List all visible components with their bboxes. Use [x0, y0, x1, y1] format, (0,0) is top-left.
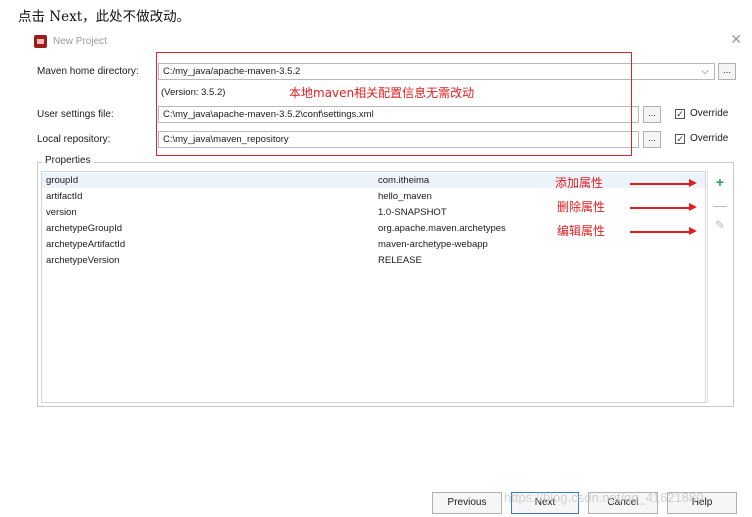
add-arrow	[630, 180, 697, 186]
highlight-box	[156, 52, 632, 156]
edit-property-annotation: 编辑属性	[557, 224, 606, 238]
add-icon[interactable]: +	[713, 174, 727, 190]
property-key: archetypeArtifactId	[46, 239, 126, 250]
table-row[interactable]: archetypeArtifactId maven-archetype-weba…	[42, 237, 705, 252]
properties-title: Properties	[42, 155, 94, 166]
chevron-down-icon[interactable]: ⌵	[695, 63, 715, 80]
property-value: org.apache.maven.archetypes	[378, 223, 506, 234]
property-value: hello_maven	[378, 191, 432, 202]
watermark: https://blog.csdn.net/qq_41621880	[504, 490, 704, 505]
delete-arrow	[630, 204, 697, 210]
local-repository-browse-button[interactable]: ...	[643, 131, 661, 148]
edit-arrow	[630, 228, 697, 234]
table-row[interactable]: archetypeGroupId org.apache.maven.archet…	[42, 221, 705, 236]
table-row[interactable]: artifactId hello_maven	[42, 189, 705, 204]
document-instruction: 点击 Next，此处不做改动。	[18, 9, 191, 25]
properties-toolbar: + — ✎	[707, 171, 732, 403]
property-key: version	[46, 207, 77, 218]
local-repository-override-label: Override	[690, 133, 729, 144]
properties-table[interactable]: groupId com.itheima artifactId hello_mav…	[41, 171, 706, 403]
property-value: maven-archetype-webapp	[378, 239, 488, 250]
local-repository-label: Local repository:	[37, 134, 111, 145]
maven-home-browse-button[interactable]: ...	[718, 63, 736, 80]
remove-icon[interactable]: —	[713, 197, 727, 213]
table-row[interactable]: archetypeVersion RELEASE	[42, 253, 705, 268]
user-settings-override-label: Override	[690, 108, 729, 119]
property-value: com.itheima	[378, 175, 430, 186]
property-value: RELEASE	[378, 255, 422, 266]
intellij-app-icon	[34, 34, 47, 48]
property-key: artifactId	[46, 191, 83, 202]
dialog-title-bar: New Project	[34, 33, 107, 49]
property-key: archetypeGroupId	[46, 223, 123, 234]
local-repository-override-checkbox[interactable]: ✓	[675, 134, 685, 144]
delete-property-annotation: 删除属性	[557, 200, 606, 214]
user-settings-browse-button[interactable]: ...	[643, 106, 661, 123]
property-value: 1.0-SNAPSHOT	[378, 207, 447, 218]
add-property-annotation: 添加属性	[555, 176, 604, 190]
table-row[interactable]: version 1.0-SNAPSHOT	[42, 205, 705, 220]
previous-button[interactable]: Previous	[432, 492, 502, 514]
property-key: groupId	[46, 175, 79, 186]
edit-icon[interactable]: ✎	[713, 218, 727, 232]
user-settings-label: User settings file:	[37, 109, 114, 120]
maven-home-label: Maven home directory:	[37, 66, 139, 77]
close-icon[interactable]: ✕	[730, 31, 742, 48]
dialog-title: New Project	[53, 35, 107, 47]
property-key: archetypeVersion	[46, 255, 120, 266]
table-row[interactable]: groupId com.itheima	[42, 173, 705, 188]
user-settings-override-checkbox[interactable]: ✓	[675, 109, 685, 119]
